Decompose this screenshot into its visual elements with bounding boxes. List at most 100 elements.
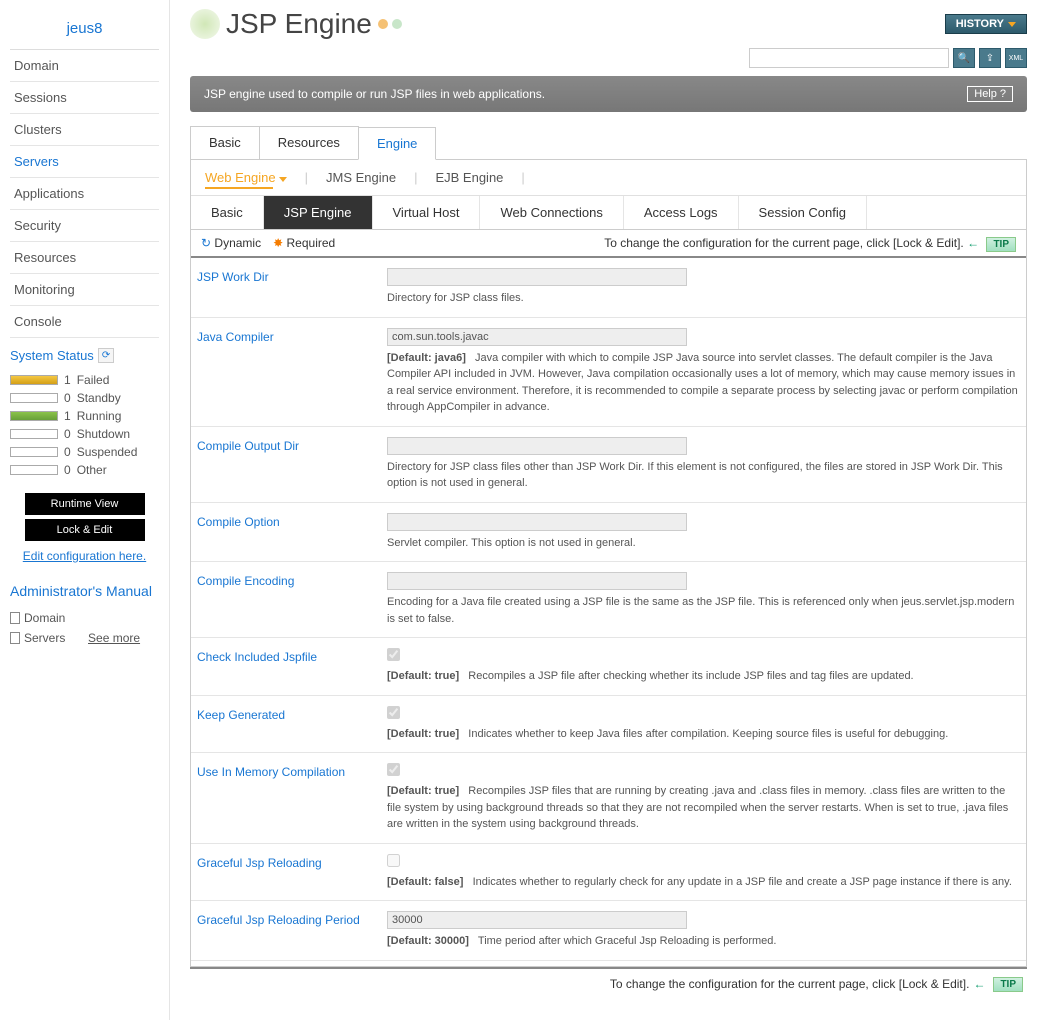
- form-row-use-in-memory-compilation: Use In Memory Compilation[Default: true]…: [191, 753, 1026, 844]
- text-input-compile-output-dir[interactable]: [387, 437, 687, 455]
- history-button[interactable]: HISTORY: [945, 14, 1027, 34]
- sidebar-item-servers[interactable]: Servers: [10, 146, 159, 178]
- admin-manual: Administrator's Manual DomainServers See…: [10, 567, 159, 648]
- sidebar-item-monitoring[interactable]: Monitoring: [10, 274, 159, 306]
- form-row-check-included-jspfile: Check Included Jspfile[Default: true] Re…: [191, 638, 1026, 696]
- form-row-java-compiler: Java Compiler[Default: java6] Java compi…: [191, 318, 1026, 427]
- form-label: Compile Encoding: [197, 572, 387, 627]
- subtab-web-engine[interactable]: Web Engine: [205, 170, 287, 185]
- sidebar-item-console[interactable]: Console: [10, 306, 159, 338]
- text-input-graceful-jsp-reloading-period[interactable]: [387, 911, 687, 929]
- refresh-icon[interactable]: ⟳: [98, 348, 114, 363]
- required-legend: ✸ Required: [273, 236, 335, 250]
- sidebar-item-domain[interactable]: Domain: [10, 50, 159, 82]
- status-bar-icon: [10, 411, 58, 421]
- admin-link-domain[interactable]: Domain: [10, 608, 159, 628]
- form-row-graceful-jsp-reloading-period: Graceful Jsp Reloading Period[Default: 3…: [191, 901, 1026, 961]
- tip-message: To change the configuration for the curr…: [604, 236, 1016, 250]
- primary-tabs: BasicResourcesEngine: [190, 126, 1027, 160]
- chevron-down-icon: [1008, 22, 1016, 27]
- admin-manual-title: Administrator's Manual: [10, 582, 159, 608]
- sidebar-item-applications[interactable]: Applications: [10, 178, 159, 210]
- subtab2-web-connections[interactable]: Web Connections: [480, 196, 623, 229]
- required-icon: ✸: [273, 236, 283, 250]
- subtab2-virtual-host[interactable]: Virtual Host: [373, 196, 481, 229]
- checkbox-graceful-jsp-reloading[interactable]: [387, 854, 400, 867]
- edit-configuration-link[interactable]: Edit configuration here.: [10, 545, 159, 567]
- document-icon: [10, 632, 20, 644]
- form-help: [Default: 30000] Time period after which…: [387, 929, 1020, 950]
- decorative-dot-icon: [190, 9, 220, 39]
- subtab2-access-logs[interactable]: Access Logs: [624, 196, 739, 229]
- status-bar-icon: [10, 465, 58, 475]
- form-help: [Default: java6] Java compiler with whic…: [387, 346, 1020, 416]
- text-input-compile-option[interactable]: [387, 513, 687, 531]
- subtab2-jsp-engine[interactable]: JSP Engine: [264, 196, 373, 229]
- sidebar: jeus8 DomainSessionsClustersServersAppli…: [0, 0, 170, 1020]
- sidebar-item-resources[interactable]: Resources: [10, 242, 159, 274]
- subtabs-container: Web Engine|JMS Engine|EJB Engine| BasicJ…: [190, 160, 1027, 967]
- search-input[interactable]: [749, 48, 949, 68]
- form-row-compile-encoding: Compile EncodingEncoding for a Java file…: [191, 562, 1026, 638]
- checkbox-use-in-memory-compilation[interactable]: [387, 763, 400, 776]
- search-icon[interactable]: 🔍: [953, 48, 975, 68]
- footer-row: To change the configuration for the curr…: [190, 967, 1027, 1000]
- subtab2-session-config[interactable]: Session Config: [739, 196, 867, 229]
- subtab-jms-engine[interactable]: JMS Engine: [326, 170, 396, 185]
- form-help: [Default: true] Recompiles a JSP file af…: [387, 664, 1020, 685]
- form-help: [Default: true] Indicates whether to kee…: [387, 722, 1020, 743]
- subtab-ejb-engine[interactable]: EJB Engine: [435, 170, 503, 185]
- dot-icon: [392, 19, 402, 29]
- text-input-compile-encoding[interactable]: [387, 572, 687, 590]
- see-more-link[interactable]: See more: [88, 631, 140, 645]
- form-row-keep-generated: Keep Generated[Default: true] Indicates …: [191, 696, 1026, 754]
- form-help: Encoding for a Java file created using a…: [387, 590, 1020, 627]
- help-button[interactable]: Help ?: [967, 86, 1013, 102]
- checkbox-keep-generated[interactable]: [387, 706, 400, 719]
- form-row-jsp-work-dir: JSP Work DirDirectory for JSP class file…: [191, 258, 1026, 318]
- status-row-shutdown: 0Shutdown: [10, 425, 159, 443]
- status-bar-icon: [10, 429, 58, 439]
- tab-resources[interactable]: Resources: [259, 126, 359, 159]
- dynamic-legend: ↻ Dynamic: [201, 236, 261, 250]
- arrow-icon: ←: [967, 236, 979, 250]
- sidebar-item-security[interactable]: Security: [10, 210, 159, 242]
- status-bar-icon: [10, 447, 58, 457]
- status-row-suspended: 0Suspended: [10, 443, 159, 461]
- runtime-view-button[interactable]: Runtime View: [25, 493, 145, 515]
- sidebar-title: jeus8: [10, 8, 159, 50]
- legend-row: ↻ Dynamic ✸ Required To change the confi…: [191, 230, 1026, 258]
- export-icon[interactable]: ⇪: [979, 48, 1001, 68]
- form-row-compile-option: Compile OptionServlet compiler. This opt…: [191, 503, 1026, 563]
- subtab2-basic[interactable]: Basic: [191, 196, 264, 229]
- admin-link-servers[interactable]: Servers See more: [10, 628, 159, 648]
- form-label: Java Compiler: [197, 328, 387, 416]
- form-help: Directory for JSP class files other than…: [387, 455, 1020, 492]
- lock-edit-button[interactable]: Lock & Edit: [25, 519, 145, 541]
- sidebar-item-sessions[interactable]: Sessions: [10, 82, 159, 114]
- sidebar-item-clusters[interactable]: Clusters: [10, 114, 159, 146]
- form-row-graceful-jsp-reloading: Graceful Jsp Reloading[Default: false] I…: [191, 844, 1026, 902]
- engine-subtabs: Web Engine|JMS Engine|EJB Engine|: [191, 160, 1026, 196]
- xml-icon[interactable]: XML: [1005, 48, 1027, 68]
- text-input-jsp-work-dir[interactable]: [387, 268, 687, 286]
- dynamic-icon: ↻: [201, 236, 211, 250]
- form-help: Directory for JSP class files.: [387, 286, 1020, 307]
- form-row-compile-output-dir: Compile Output DirDirectory for JSP clas…: [191, 427, 1026, 503]
- status-row-standby: 0Standby: [10, 389, 159, 407]
- form-help: [Default: true] Recompiles JSP files tha…: [387, 779, 1020, 833]
- form-area: JSP Work DirDirectory for JSP class file…: [191, 258, 1026, 966]
- system-status: System Status ⟳ 1Failed0Standby1Running0…: [10, 338, 159, 489]
- search-row: 🔍 ⇪ XML: [190, 48, 1027, 76]
- page-title: JSP Engine: [190, 8, 402, 40]
- main-content: JSP Engine HISTORY 🔍 ⇪ XML JSP engine us…: [170, 0, 1047, 1020]
- text-input-java-compiler[interactable]: [387, 328, 687, 346]
- form-label: Keep Generated: [197, 706, 387, 743]
- status-bar-icon: [10, 393, 58, 403]
- tab-engine[interactable]: Engine: [358, 127, 436, 160]
- system-status-title: System Status ⟳: [10, 348, 159, 371]
- checkbox-check-included-jspfile[interactable]: [387, 648, 400, 661]
- tip-badge: TIP: [993, 977, 1023, 992]
- tab-basic[interactable]: Basic: [190, 126, 260, 159]
- form-label: Check Included Jspfile: [197, 648, 387, 685]
